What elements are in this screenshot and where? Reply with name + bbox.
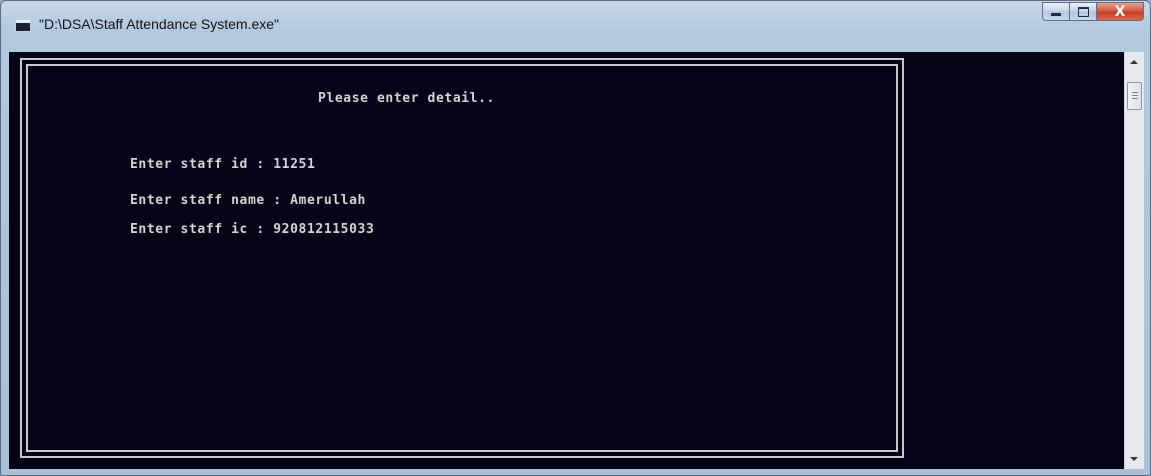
- prompt-heading: Please enter detail..: [318, 91, 495, 106]
- scroll-up-arrow[interactable]: [1130, 60, 1138, 64]
- vertical-scrollbar[interactable]: [1124, 52, 1144, 469]
- caption-buttons: X: [1042, 2, 1144, 21]
- scroll-down-arrow[interactable]: [1130, 457, 1138, 461]
- thumb-grip-line: [1132, 95, 1138, 96]
- close-button[interactable]: X: [1096, 2, 1144, 21]
- scroll-thumb[interactable]: [1127, 82, 1142, 110]
- window-title: "D:\DSA\Staff Attendance System.exe": [39, 16, 280, 32]
- maximize-button[interactable]: [1069, 2, 1096, 21]
- staff-id-line: Enter staff id : 11251: [130, 157, 316, 172]
- console-frame-outer: [20, 58, 904, 458]
- close-icon: X: [1114, 3, 1126, 20]
- thumb-grip-line: [1132, 98, 1138, 99]
- console-output[interactable]: Please enter detail.. Enter staff id : 1…: [9, 52, 1124, 469]
- staff-name-line: Enter staff name : Amerullah: [130, 193, 366, 208]
- minimize-button[interactable]: [1042, 2, 1069, 21]
- staff-ic-line: Enter staff ic : 920812115033: [130, 222, 375, 237]
- console-frame-inner: [26, 64, 898, 452]
- maximize-icon: [1077, 6, 1089, 17]
- thumb-grip-line: [1132, 92, 1138, 93]
- console-window: "D:\DSA\Staff Attendance System.exe" X P…: [0, 0, 1151, 476]
- title-bar[interactable]: "D:\DSA\Staff Attendance System.exe" X: [1, 1, 1150, 45]
- minimize-icon: [1051, 13, 1061, 16]
- console-app-icon[interactable]: [15, 19, 31, 32]
